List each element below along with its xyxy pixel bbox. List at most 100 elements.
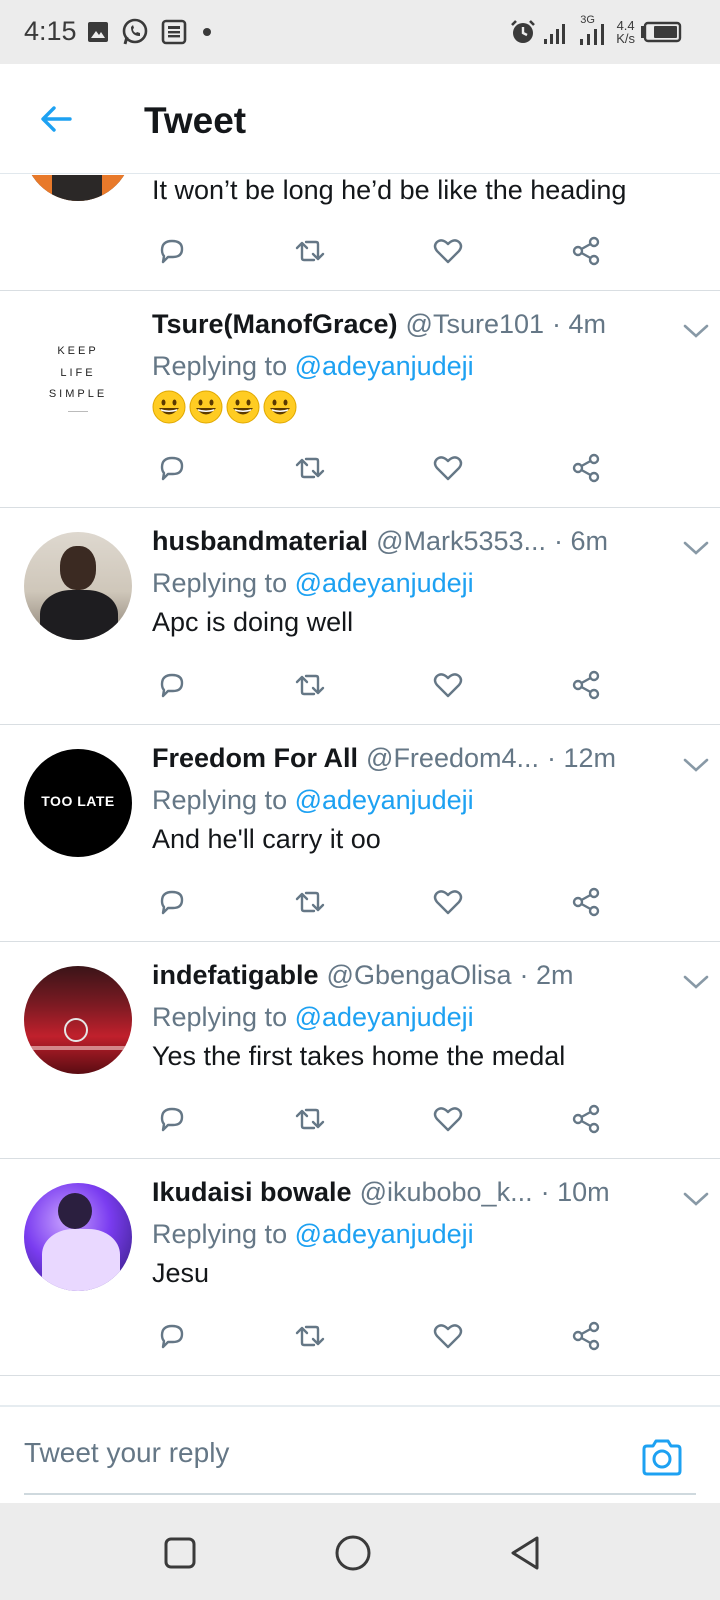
retweet-icon — [295, 1108, 325, 1130]
replying-label: Replying to — [152, 1002, 288, 1032]
tweet-actions — [152, 882, 632, 922]
share-button[interactable] — [566, 882, 606, 922]
display-name[interactable]: Tsure(ManofGrace) — [152, 309, 398, 340]
tweet-partial[interactable]: It won’t be long he’d be like the headin… — [0, 175, 720, 291]
reply-icon — [160, 456, 184, 481]
user-handle[interactable]: @Mark5353... — [376, 526, 546, 557]
avatar[interactable]: TOO LATE — [24, 749, 132, 857]
chevron-down-icon[interactable] — [682, 536, 710, 560]
retweet-button[interactable] — [290, 1316, 330, 1356]
retweet-button[interactable] — [290, 665, 330, 705]
retweet-button[interactable] — [290, 882, 330, 922]
recents-button[interactable] — [158, 1531, 202, 1575]
like-button[interactable] — [428, 448, 468, 488]
tweet-header: indefatigable @GbengaOlisa · 2m — [152, 960, 690, 996]
like-button[interactable] — [428, 665, 468, 705]
reply-button[interactable] — [152, 665, 192, 705]
like-button[interactable] — [428, 1099, 468, 1139]
share-icon — [572, 887, 600, 917]
chevron-down-icon[interactable] — [682, 319, 710, 343]
user-handle[interactable]: @Tsure101 — [406, 309, 544, 340]
retweet-button[interactable] — [290, 1099, 330, 1139]
like-button[interactable] — [428, 882, 468, 922]
tweet[interactable]: TOO LATE Freedom For All @Freedom4... · … — [0, 725, 720, 942]
chevron-down-icon[interactable] — [682, 970, 710, 994]
display-name[interactable]: Freedom For All — [152, 743, 358, 774]
like-icon — [433, 239, 463, 264]
avatar[interactable] — [24, 966, 132, 1074]
display-name[interactable]: husbandmaterial — [152, 526, 368, 557]
retweet-icon — [295, 891, 325, 913]
battery-icon — [641, 21, 682, 43]
grinning-face-emoji-icon — [152, 390, 186, 424]
tweet-actions — [152, 1316, 632, 1356]
tweet-time: · 12m — [547, 743, 617, 773]
replying-to: Replying to @adeyanjudeji — [152, 1002, 690, 1033]
tweet-header: Tsure(ManofGrace) @Tsure101 · 4m — [152, 309, 690, 345]
user-handle[interactable]: @Freedom4... — [366, 743, 539, 774]
share-icon — [572, 236, 600, 266]
tweet[interactable]: Ikudaisi bowale @ikubobo_k... · 10m Repl… — [0, 1159, 720, 1376]
reply-feed[interactable]: It won’t be long he’d be like the headin… — [0, 175, 720, 1405]
tweet-text: Yes the first takes home the medal — [152, 1041, 566, 1071]
back-nav-button[interactable] — [503, 1531, 547, 1575]
replying-label: Replying to — [152, 568, 288, 598]
avatar[interactable] — [24, 532, 132, 640]
user-handle[interactable]: @ikubobo_k... — [360, 1177, 533, 1208]
avatar[interactable] — [24, 1183, 132, 1291]
page-title: Tweet — [144, 100, 247, 141]
tweet-actions — [152, 448, 632, 488]
signal-3g-group: 3G — [577, 14, 611, 47]
tweet-text: Apc is doing well — [152, 607, 354, 637]
camera-icon[interactable] — [640, 1437, 684, 1477]
back-button[interactable] — [34, 97, 78, 141]
avatar[interactable]: KEEP LIFE SIMPLE — [24, 321, 132, 429]
tweet-time: · 2m — [519, 960, 574, 990]
mention-link[interactable]: @adeyanjudeji — [295, 1002, 474, 1032]
reply-button[interactable] — [152, 448, 192, 488]
mention-link[interactable]: @adeyanjudeji — [295, 351, 474, 381]
share-button[interactable] — [566, 665, 606, 705]
mention-link[interactable]: @adeyanjudeji — [295, 1219, 474, 1249]
user-handle[interactable]: @GbengaOlisa — [327, 960, 512, 991]
retweet-icon — [295, 1325, 325, 1347]
home-button[interactable] — [331, 1531, 375, 1575]
reply-button[interactable] — [152, 231, 192, 271]
tweet-header: husbandmaterial @Mark5353... · 6m — [152, 526, 690, 562]
reply-button[interactable] — [152, 882, 192, 922]
grinning-face-emoji-icon — [226, 390, 260, 424]
tweet-emoji — [152, 390, 690, 426]
retweet-button[interactable] — [290, 448, 330, 488]
mention-link[interactable]: @adeyanjudeji — [295, 568, 474, 598]
like-icon — [433, 1324, 463, 1349]
share-button[interactable] — [566, 1099, 606, 1139]
grinning-face-emoji-icon — [263, 390, 297, 424]
tweet-time: · 6m — [554, 526, 609, 556]
tweet-text: Jesu — [152, 1258, 210, 1288]
chevron-down-icon[interactable] — [682, 1187, 710, 1211]
display-name[interactable]: indefatigable — [152, 960, 319, 991]
reply-underline — [24, 1493, 696, 1495]
tweet[interactable]: husbandmaterial @Mark5353... · 6m Replyi… — [0, 508, 720, 725]
share-button[interactable] — [566, 1316, 606, 1356]
network-speed-unit: K/s — [616, 31, 635, 46]
signal-icon — [544, 24, 566, 44]
replying-to: Replying to @adeyanjudeji — [152, 785, 690, 816]
tweet[interactable]: KEEP LIFE SIMPLE Tsure(ManofGrace) @Tsur… — [0, 291, 720, 508]
reply-button[interactable] — [152, 1099, 192, 1139]
tweet[interactable]: indefatigable @GbengaOlisa · 2m Replying… — [0, 942, 720, 1159]
reply-input[interactable]: Tweet your reply — [24, 1437, 604, 1477]
retweet-button[interactable] — [290, 231, 330, 271]
chevron-down-icon[interactable] — [682, 753, 710, 777]
share-button[interactable] — [566, 448, 606, 488]
like-button[interactable] — [428, 1316, 468, 1356]
alarm-icon — [511, 20, 536, 43]
share-button[interactable] — [566, 231, 606, 271]
mention-link[interactable]: @adeyanjudeji — [295, 785, 474, 815]
avatar-line: SIMPLE — [48, 388, 108, 400]
display-name[interactable]: Ikudaisi bowale — [152, 1177, 352, 1208]
avatar[interactable] — [24, 175, 132, 201]
like-button[interactable] — [428, 231, 468, 271]
like-icon — [433, 890, 463, 915]
reply-button[interactable] — [152, 1316, 192, 1356]
